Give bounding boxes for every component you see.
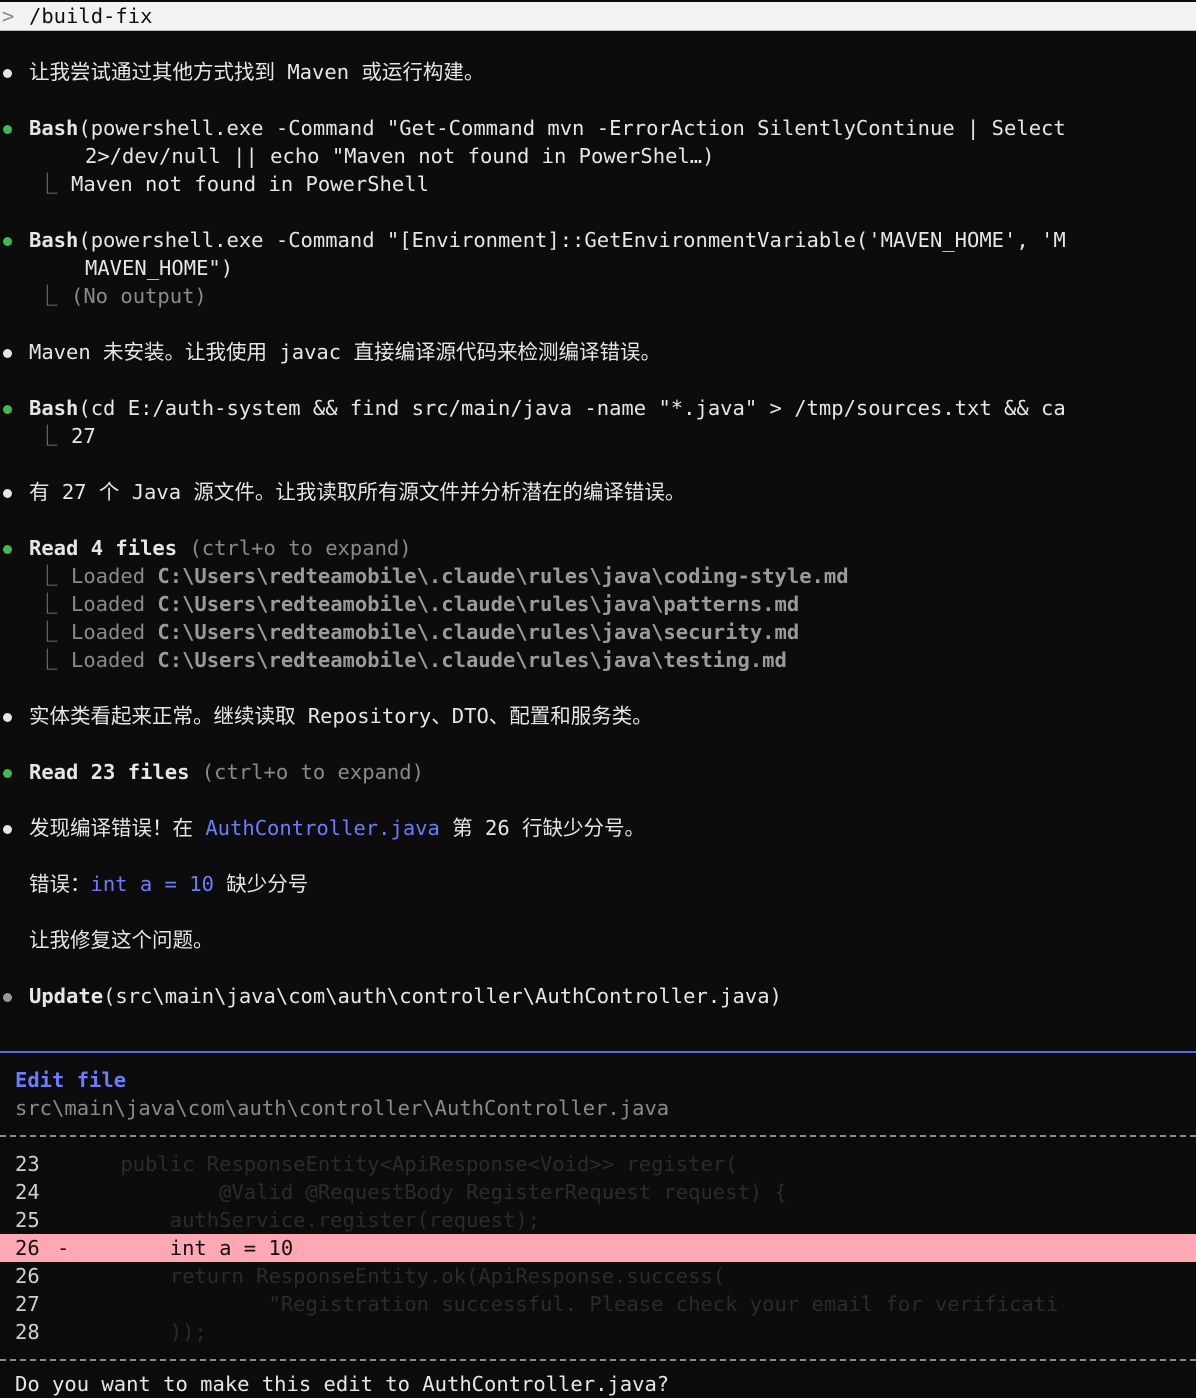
tool-call-read[interactable]: Read 4 files (ctrl+o to expand) [0,534,1196,562]
tool-name: Bash [29,228,79,252]
bullet-icon [3,489,12,498]
tool-args-continued: MAVEN_HOME") [85,256,234,280]
diff-divider-bottom [0,1359,1196,1361]
tool-call-bash: Bash(powershell.exe -Command "[Environme… [0,226,1196,254]
message-text: Maven 未安装。让我使用 javac 直接编译源代码来检测编译错误。 [29,340,661,364]
assistant-message-continued: 让我修复这个问题。 [29,928,214,952]
loaded-file-path: C:\Users\redteamobile\.claude\rules\java… [157,620,800,644]
success-dot-icon [3,237,12,246]
loaded-file-row: ⎿ Loaded C:\Users\redteamobile\.claude\r… [37,620,800,644]
tool-args-continued: 2>/dev/null || echo "Maven not found in … [85,144,715,168]
success-dot-icon [3,405,12,414]
diff-divider-top [0,1135,1196,1137]
tool-args: (cd E:/auth-system && find src/main/java… [78,396,1066,420]
tool-name: Bash [29,116,79,140]
branch-icon: ⎿ [37,172,58,196]
diff-line: 28 )); [15,1320,207,1344]
loaded-file-row: ⎿ Loaded C:\Users\redteamobile\.claude\r… [37,648,787,672]
loaded-file-row: ⎿ Loaded C:\Users\redteamobile\.claude\r… [37,564,849,588]
inline-code: int a = 10 [90,872,214,896]
tool-args: (powershell.exe -Command "[Environment]:… [78,228,1066,252]
branch-icon: ⎿ [37,284,58,308]
read-label: Read 4 files [29,536,178,560]
prompt-command: /build-fix [29,4,153,28]
tool-result: ⎿ (No output) [37,284,207,308]
prompt-input-bar[interactable]: > /build-fix [0,2,1196,31]
loaded-file-row: ⎿ Loaded C:\Users\redteamobile\.claude\r… [37,592,800,616]
file-reference: AuthController.java [205,816,440,840]
bullet-icon [3,825,12,834]
edit-panel-title: Edit file [15,1068,127,1092]
tool-call-update: Update(src\main\java\com\auth\controller… [0,982,1196,1010]
message-text: 有 27 个 Java 源文件。让我读取所有源文件并分析潜在的编译错误。 [29,480,686,504]
branch-icon: ⎿ [37,648,58,672]
expand-hint: (ctrl+o to expand) [201,760,424,784]
assistant-message-continued: 错误：int a = 10 缺少分号 [29,872,309,896]
diff-line: 23 public ResponseEntity<ApiResponse<Voi… [15,1152,738,1176]
loaded-file-path: C:\Users\redteamobile\.claude\rules\java… [157,648,787,672]
message-text: 实体类看起来正常。继续读取 Repository、DTO、配置和服务类。 [29,704,653,728]
message-text: 让我尝试通过其他方式找到 Maven 或运行构建。 [29,60,485,84]
diff-line: 27 "Registration successful. Please chec… [15,1292,1059,1316]
tool-call-read[interactable]: Read 23 files (ctrl+o to expand) [0,758,1196,786]
branch-icon: ⎿ [37,564,58,588]
edit-confirm-question: Do you want to make this edit to AuthCon… [15,1372,670,1396]
bullet-icon [3,713,12,722]
tool-args: (src\main\java\com\auth\controller\AuthC… [103,984,782,1008]
assistant-message: 有 27 个 Java 源文件。让我读取所有源文件并分析潜在的编译错误。 [0,478,1196,506]
removed-marker: - [57,1236,70,1260]
read-label: Read 23 files [29,760,190,784]
bullet-icon [3,349,12,358]
assistant-message: 让我尝试通过其他方式找到 Maven 或运行构建。 [0,58,1196,86]
tool-result: ⎿ 27 [37,424,96,448]
branch-icon: ⎿ [37,592,58,616]
assistant-message: Maven 未安装。让我使用 javac 直接编译源代码来检测编译错误。 [0,338,1196,366]
success-dot-icon [3,125,12,134]
tool-call-bash: Bash(powershell.exe -Command "Get-Comman… [0,114,1196,142]
panel-divider [0,1051,1196,1053]
pending-dot-icon [3,993,12,1002]
diff-line: 24 @Valid @RequestBody RegisterRequest r… [15,1180,787,1204]
tool-call-bash: Bash(cd E:/auth-system && find src/main/… [0,394,1196,422]
tool-name: Bash [29,396,79,420]
bullet-icon [3,69,12,78]
edit-panel-path: src\main\java\com\auth\controller\AuthCo… [15,1096,670,1120]
prompt-symbol: > [2,4,15,28]
diff-line-removed: 26- int a = 10 [0,1234,1196,1262]
success-dot-icon [3,769,12,778]
diff-line: 25 authService.register(request); [15,1208,540,1232]
diff-line: 26 return ResponseEntity.ok(ApiResponse.… [15,1264,726,1288]
assistant-message: 发现编译错误！在 AuthController.java 第 26 行缺少分号。 [0,814,1196,842]
branch-icon: ⎿ [37,424,58,448]
tool-name: Update [29,984,104,1008]
loaded-file-path: C:\Users\redteamobile\.claude\rules\java… [157,564,849,588]
branch-icon: ⎿ [37,620,58,644]
success-dot-icon [3,545,12,554]
tool-result: ⎿ Maven not found in PowerShell [37,172,429,196]
loaded-file-path: C:\Users\redteamobile\.claude\rules\java… [157,592,800,616]
assistant-message: 实体类看起来正常。继续读取 Repository、DTO、配置和服务类。 [0,702,1196,730]
tool-args: (powershell.exe -Command "Get-Command mv… [78,116,1066,140]
expand-hint: (ctrl+o to expand) [189,536,412,560]
